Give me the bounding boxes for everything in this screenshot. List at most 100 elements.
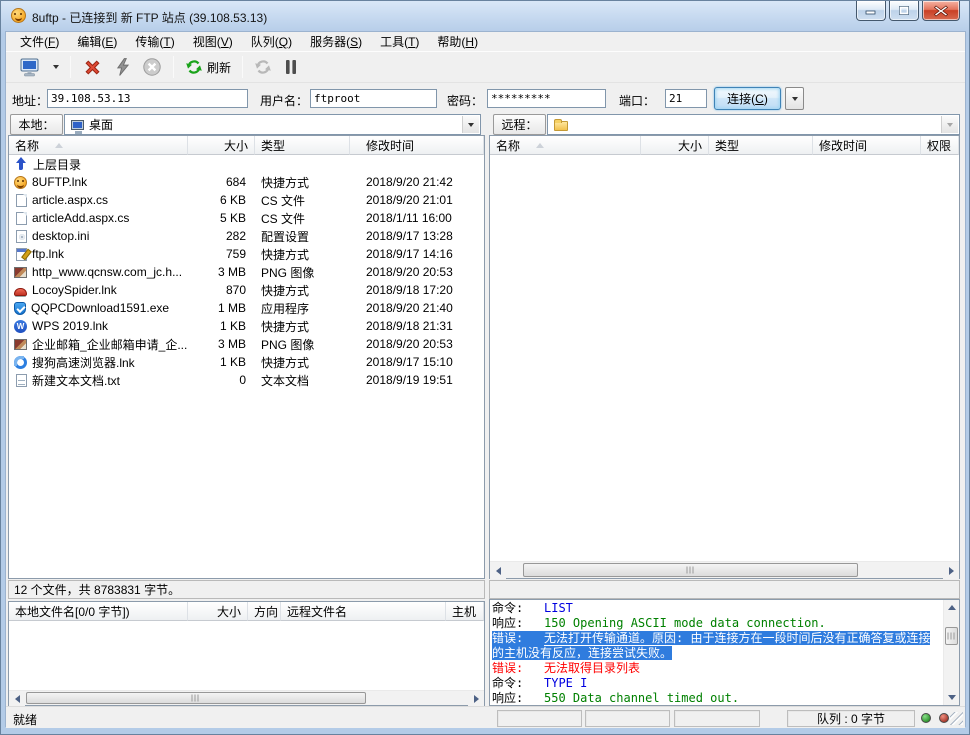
remote-col-size[interactable]: 大小 — [641, 136, 709, 155]
scroll-left-button[interactable] — [490, 562, 506, 579]
file-row[interactable]: ftp.lnk 759 快捷方式 2018/9/17 14:16 — [9, 245, 484, 263]
queue-col-remote[interactable]: 远程文件名 — [281, 602, 446, 621]
local-pane-button[interactable]: 本地： — [10, 114, 63, 135]
disconnect-button[interactable] — [77, 54, 108, 80]
local-col-size[interactable]: 大小 — [188, 136, 255, 155]
status-panel — [674, 710, 760, 727]
menu-view[interactable]: 视图(V) — [184, 31, 242, 52]
red-x-icon — [85, 59, 100, 75]
connect-site-button[interactable] — [14, 54, 46, 80]
menu-server[interactable]: 服务器(S) — [301, 31, 371, 52]
menu-help[interactable]: 帮助(H) — [428, 31, 487, 52]
scroll-down-button[interactable] — [944, 690, 959, 705]
remote-col-name[interactable]: 名称 — [490, 136, 641, 155]
maximize-button[interactable] — [889, 1, 919, 21]
local-path-dropdown[interactable] — [462, 116, 479, 133]
connect-site-dropdown[interactable] — [48, 54, 64, 80]
file-type: 快捷方式 — [261, 175, 310, 190]
status-panel — [497, 710, 582, 727]
scroll-right-button[interactable] — [468, 691, 484, 706]
menu-transfer[interactable]: 传输(T) — [126, 31, 183, 52]
toolbar-separator — [173, 56, 174, 78]
connect-dropdown-button[interactable] — [785, 87, 804, 110]
chevron-down-icon — [947, 122, 953, 127]
scrollbar-thumb[interactable] — [523, 563, 858, 577]
up-directory-row[interactable]: 上层目录 — [9, 155, 484, 173]
file-row[interactable]: 企业邮箱_企业邮箱申请_企... 3 MB PNG 图像 2018/9/20 2… — [9, 335, 484, 353]
port-label: 端口： — [619, 94, 656, 108]
port-input[interactable] — [665, 89, 707, 108]
password-label: 密码： — [447, 94, 484, 108]
close-button[interactable] — [922, 1, 960, 21]
menu-tools[interactable]: 工具(T) — [371, 31, 428, 52]
file-modified: 2018/9/20 21:40 — [366, 301, 453, 315]
queue-horizontal-scrollbar[interactable] — [9, 690, 484, 706]
local-col-name[interactable]: 名称 — [9, 136, 188, 155]
remote-col-modified[interactable]: 修改时间 — [813, 136, 921, 155]
log-vertical-scrollbar[interactable] — [943, 600, 959, 705]
file-name: 新建文本文档.txt — [32, 373, 121, 388]
queue-col-local[interactable]: 本地文件名[0/0 字节]) — [9, 602, 188, 621]
remote-file-list: 名称 大小 类型 修改时间 权限 — [489, 135, 960, 579]
local-path-combobox[interactable]: 桌面 — [64, 114, 481, 135]
password-input[interactable] — [487, 89, 606, 108]
file-type: 快捷方式 — [261, 283, 310, 298]
remote-pane-button[interactable]: 远程： — [493, 114, 546, 135]
menu-edit[interactable]: 编辑(E) — [68, 31, 126, 52]
file-modified: 2018/9/19 19:51 — [366, 373, 453, 387]
menu-queue[interactable]: 队列(Q) — [242, 31, 301, 52]
remote-col-perm[interactable]: 权限 — [921, 136, 959, 155]
file-modified: 2018/9/20 20:53 — [366, 265, 453, 279]
transfer-icon — [255, 60, 271, 74]
file-size: 1 MB — [217, 301, 246, 315]
sort-asc-icon — [536, 142, 545, 148]
text-file-icon — [16, 373, 27, 387]
local-col-type[interactable]: 类型 — [255, 136, 350, 155]
file-row[interactable]: desktop.ini 282 配置设置 2018/9/17 13:28 — [9, 227, 484, 245]
username-input[interactable] — [310, 89, 437, 108]
remote-path-dropdown[interactable] — [941, 116, 958, 133]
resize-grip[interactable] — [950, 712, 963, 725]
refresh-button[interactable]: 刷新 — [180, 54, 236, 80]
pause-button[interactable] — [279, 54, 303, 80]
connect-button[interactable]: 连接(C) — [714, 87, 781, 110]
file-row[interactable]: http_www.qcnsw.com_jc.h... 3 MB PNG 图像 2… — [9, 263, 484, 281]
title-bar[interactable]: 8uftp - 已连接到 新 FTP 站点 (39.108.53.13) — [1, 1, 969, 31]
scroll-right-button[interactable] — [943, 562, 959, 579]
scroll-up-button[interactable] — [944, 600, 959, 615]
log-line: 命令: TYPE I — [492, 676, 588, 690]
window-title: 8uftp - 已连接到 新 FTP 站点 (39.108.53.13) — [32, 11, 268, 25]
menu-file[interactable]: 文件(F) — [11, 31, 68, 52]
file-row[interactable]: 8UFTP.lnk 684 快捷方式 2018/9/20 21:42 — [9, 173, 484, 191]
file-row[interactable]: articleAdd.aspx.cs 5 KB CS 文件 2018/1/11 … — [9, 209, 484, 227]
menu-bar: 文件(F) 编辑(E) 传输(T) 视图(V) 队列(Q) 服务器(S) 工具(… — [6, 32, 965, 51]
remote-path-combobox[interactable] — [547, 114, 960, 135]
local-col-modified[interactable]: 修改时间 — [350, 136, 484, 155]
address-input[interactable] — [47, 89, 248, 108]
computer-icon — [20, 58, 39, 76]
log-pane[interactable]: 命令: LIST 响应: 150 Opening ASCII mode data c… — [489, 599, 960, 706]
username-label: 用户名： — [260, 94, 309, 108]
file-modified: 2018/9/20 21:01 — [366, 193, 453, 207]
quick-connect-button[interactable] — [110, 54, 135, 80]
queue-col-size[interactable]: 大小 — [188, 602, 248, 621]
scrollbar-thumb[interactable] — [26, 692, 366, 704]
remote-col-type[interactable]: 类型 — [709, 136, 813, 155]
transfer-button[interactable] — [249, 54, 277, 80]
file-row[interactable]: 新建文本文档.txt 0 文本文档 2018/9/19 19:51 — [9, 371, 484, 389]
status-bar: 就绪 队列 : 0 字节 — [6, 706, 965, 728]
log-line: 错误: 无法取得目录列表 — [492, 661, 641, 675]
stop-button[interactable] — [137, 54, 167, 80]
remote-horizontal-scrollbar[interactable] — [490, 561, 959, 579]
file-row[interactable]: WPS 2019.lnk 1 KB 快捷方式 2018/9/18 21:31 — [9, 317, 484, 335]
file-row[interactable]: article.aspx.cs 6 KB CS 文件 2018/9/20 21:… — [9, 191, 484, 209]
file-row[interactable]: LocoySpider.lnk 870 快捷方式 2018/9/18 17:20 — [9, 281, 484, 299]
file-row[interactable]: QQPCDownload1591.exe 1 MB 应用程序 2018/9/20… — [9, 299, 484, 317]
queue-col-host[interactable]: 主机 — [446, 602, 484, 621]
file-row[interactable]: 搜狗高速浏览器.lnk 1 KB 快捷方式 2018/9/17 15:10 — [9, 353, 484, 371]
scroll-left-button[interactable] — [9, 691, 25, 706]
scrollbar-thumb[interactable] — [945, 627, 958, 645]
queue-col-direction[interactable]: 方向 — [248, 602, 281, 621]
minimize-button[interactable] — [856, 1, 886, 21]
address-label: 地址： — [12, 94, 49, 108]
